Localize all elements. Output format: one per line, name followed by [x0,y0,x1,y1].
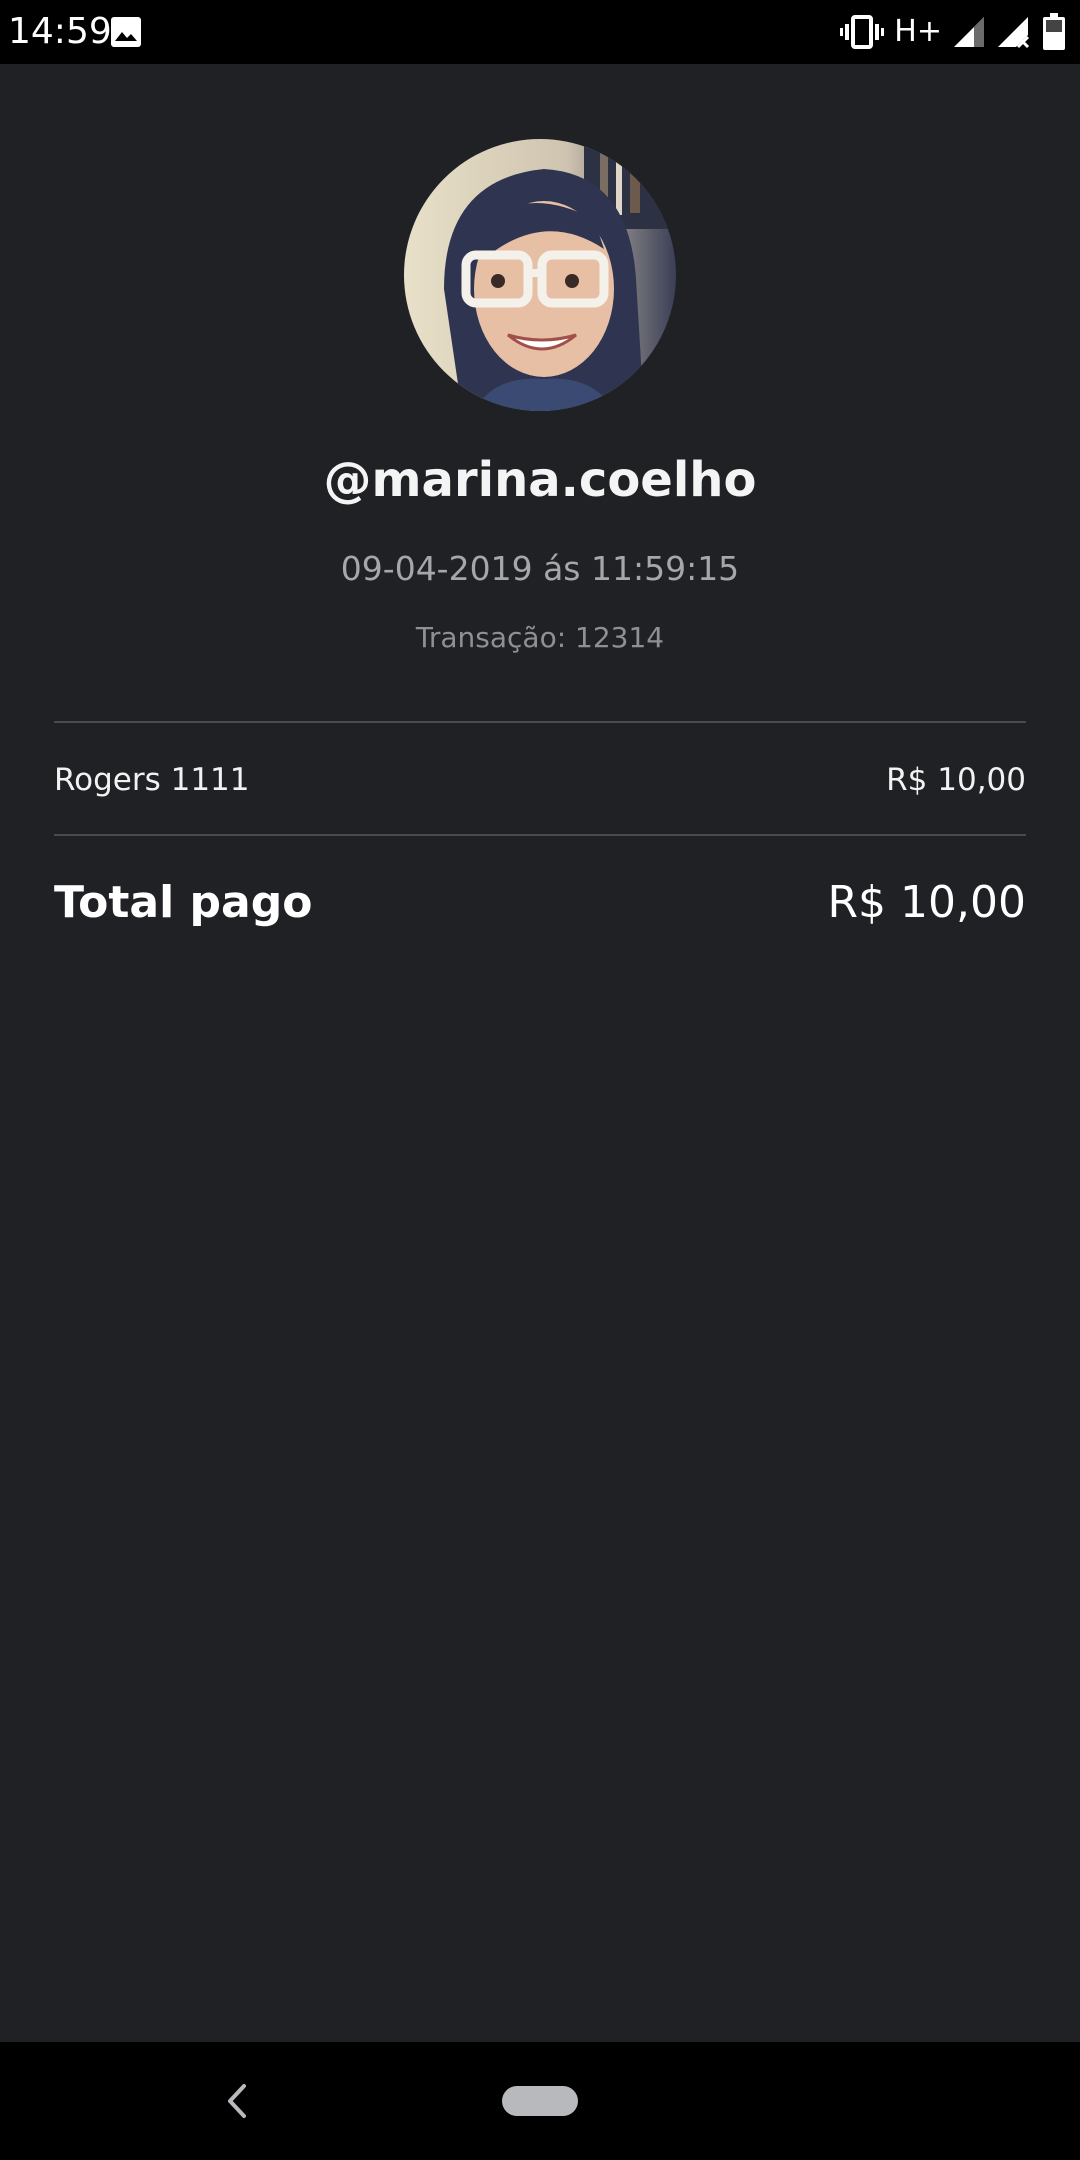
total-value: R$ 10,00 [827,877,1026,928]
signal-no-data-icon [996,15,1032,49]
item-price: R$ 10,00 [886,762,1026,798]
network-type-label: H+ [894,14,942,49]
navigation-bar [0,2042,1080,2160]
image-icon [110,16,142,48]
status-icons: H+ [840,12,1066,52]
transaction-id: Transação: 12314 [415,621,665,654]
divider [54,721,1026,723]
signal-icon [952,15,986,49]
status-time: 14:59 [8,11,112,52]
total-row: Total pago R$ 10,00 [54,868,1026,938]
username: @marina.coelho [323,452,757,508]
total-label: Total pago [54,877,313,928]
avatar [404,139,676,411]
item-row: Rogers 1111 R$ 10,00 [54,752,1026,808]
receipt-screen: 14:59 H+ @marina.coelho 09-04-2019 ás 11… [0,0,1080,2160]
vibrate-icon [840,15,885,49]
divider [54,834,1026,836]
item-name: Rogers 1111 [54,762,250,798]
back-icon[interactable] [216,2076,256,2126]
status-bar: 14:59 H+ [0,0,1080,64]
home-pill-icon[interactable] [502,2086,578,2116]
battery-icon [1042,13,1066,51]
transaction-datetime: 09-04-2019 ás 11:59:15 [340,549,740,588]
